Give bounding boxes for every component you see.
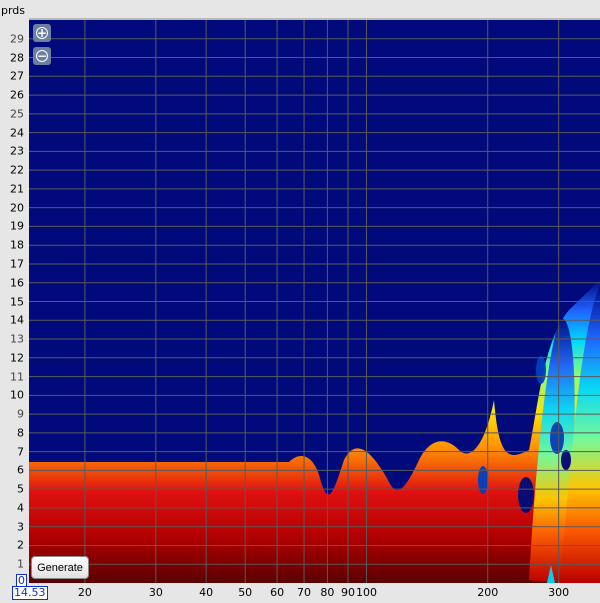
- spectrogram-band: [29, 280, 600, 583]
- y-tick-label: 29: [10, 32, 24, 46]
- generate-button[interactable]: Generate: [31, 556, 89, 579]
- plot-canvas: [29, 20, 600, 583]
- x-tick-label: 50: [238, 586, 253, 599]
- y-tick-label: 17: [10, 257, 24, 271]
- y-tick-label: 2: [17, 538, 24, 552]
- y-tick-label: 4: [17, 501, 24, 515]
- zoom-in-icon: +: [36, 26, 48, 40]
- zoom-in-button[interactable]: +: [33, 24, 51, 42]
- y-axis: 29 28 27 26 25 24 23 22 21 20 19 18 17 16 15 14 13 12 11 10…: [0, 20, 29, 583]
- x-tick-label: 90: [341, 586, 356, 599]
- y-tick-label: 8: [17, 426, 24, 440]
- x-tick-label: 70: [297, 586, 312, 599]
- y-tick-label: 1: [17, 557, 24, 571]
- x-start-label: 14.53: [12, 586, 48, 600]
- unit-label: prds: [1, 4, 26, 17]
- y-tick-label: 20: [10, 201, 24, 215]
- y-tick-label: 7: [17, 445, 24, 459]
- y-tick-label: 13: [10, 332, 24, 346]
- waterfall-plot[interactable]: + − Generate: [29, 20, 600, 583]
- x-tick-label: 20: [77, 586, 92, 599]
- y-tick-label: 23: [10, 144, 24, 158]
- y-tick-label: 15: [10, 295, 24, 308]
- y-tick-label: 24: [10, 126, 24, 140]
- x-tick-label: 40: [199, 586, 214, 599]
- y-tick-label: 26: [10, 88, 24, 102]
- y-tick-label: 3: [17, 520, 24, 534]
- y-tick-label: 14: [10, 313, 24, 327]
- x-tick-label: 100: [355, 586, 377, 599]
- x-tick-label: 60: [270, 586, 285, 599]
- y-tick-label: 27: [10, 69, 24, 83]
- y-tick-label: 25: [10, 107, 24, 121]
- y-tick-label: 11: [10, 370, 24, 384]
- y-tick-label: 21: [10, 182, 24, 196]
- y-tick-label: 16: [10, 276, 24, 290]
- y-tick-label: 9: [17, 407, 24, 421]
- zoom-out-icon: −: [36, 49, 48, 63]
- y-tick-label: 22: [10, 163, 24, 177]
- x-tick-label: 300: [548, 586, 570, 599]
- x-axis: 0 14.53 20 30 40 50 60 70 80 90 100 200 300: [0, 574, 600, 603]
- zoom-out-button[interactable]: −: [33, 47, 51, 65]
- x-tick-label: 200: [477, 586, 499, 599]
- x-tick-label: 30: [148, 586, 163, 599]
- y-tick-label: 18: [10, 238, 24, 252]
- y-tick-label: 28: [10, 51, 24, 65]
- y-tick-label: 10: [10, 388, 24, 402]
- y-tick-label: 5: [17, 482, 24, 496]
- y-tick-label: 12: [10, 351, 24, 365]
- y-tick-label: 6: [17, 463, 24, 477]
- x-tick-label: 80: [320, 586, 335, 599]
- y-tick-label: 19: [10, 219, 24, 233]
